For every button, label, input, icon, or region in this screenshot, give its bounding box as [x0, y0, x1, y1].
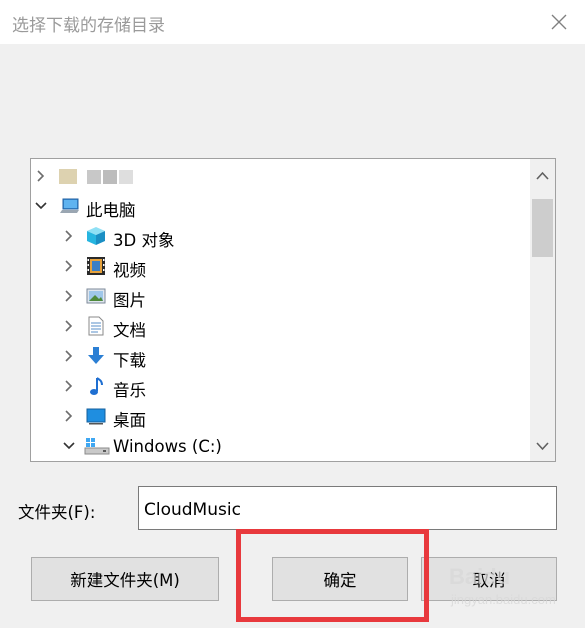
desktop-icon — [86, 408, 106, 425]
3d-objects-icon — [87, 227, 105, 245]
close-icon — [551, 14, 567, 30]
folder-name-input[interactable] — [138, 486, 557, 530]
downloads-icon — [88, 347, 104, 364]
tree-item-label: 下载 — [113, 351, 146, 370]
download-folder-dialog: 选择下载的存储目录 此电脑 3D 对象 视频 图片 文档 下载 音乐 桌面 Wi… — [0, 0, 585, 628]
title-bar: 选择下载的存储目录 — [0, 0, 585, 44]
chevron-right-icon[interactable] — [61, 348, 77, 364]
watermark-url: jingyan.baidu.com — [451, 592, 556, 607]
chevron-right-icon[interactable] — [61, 258, 77, 274]
tree-item-windows-drive[interactable]: Windows (C:) — [31, 432, 529, 460]
ok-button[interactable]: 确定 — [272, 557, 408, 601]
pictures-icon — [86, 288, 106, 304]
documents-icon — [88, 316, 104, 336]
tree-item-user-folder[interactable] — [31, 162, 529, 190]
chevron-right-icon[interactable] — [61, 228, 77, 244]
chevron-down-icon[interactable] — [33, 198, 49, 214]
chevron-right-icon[interactable] — [33, 168, 49, 184]
chevron-down-icon[interactable] — [61, 438, 77, 454]
tree-item-label: 桌面 — [113, 411, 146, 430]
tree-item-label: 视频 — [113, 261, 146, 280]
tree-item-this-pc[interactable]: 此电脑 — [31, 192, 529, 220]
blurred-user-folder-icon — [59, 169, 133, 184]
computer-icon — [60, 198, 79, 213]
tree-item-3d-objects[interactable]: 3D 对象 — [31, 222, 529, 250]
tree-item-music[interactable]: 音乐 — [31, 372, 529, 400]
close-button[interactable] — [543, 6, 575, 38]
chevron-up-icon — [536, 171, 549, 180]
folder-tree[interactable]: 此电脑 3D 对象 视频 图片 文档 下载 音乐 桌面 Windows (C:) — [30, 158, 556, 462]
tree-item-pictures[interactable]: 图片 — [31, 282, 529, 310]
tree-item-label: 文档 — [113, 321, 146, 340]
tree-item-documents[interactable]: 文档 — [31, 312, 529, 340]
tree-item-downloads[interactable]: 下载 — [31, 342, 529, 370]
music-icon — [90, 377, 103, 395]
tree-item-label: 音乐 — [113, 381, 146, 400]
tree-item-label: 此电脑 — [86, 201, 136, 220]
tree-item-label: 图片 — [113, 291, 146, 310]
tree-item-label: 3D 对象 — [113, 231, 175, 250]
chevron-right-icon[interactable] — [61, 408, 77, 424]
watermark-logo: Baidu — [449, 564, 511, 589]
chevron-right-icon[interactable] — [61, 318, 77, 334]
new-folder-button[interactable]: 新建文件夹(M) — [31, 557, 219, 601]
chevron-down-icon — [536, 442, 549, 451]
scroll-up-button[interactable] — [530, 161, 555, 191]
chevron-right-icon[interactable] — [61, 378, 77, 394]
windows-drive-icon — [84, 438, 110, 455]
tree-item-videos[interactable]: 视频 — [31, 252, 529, 280]
scroll-down-button[interactable] — [530, 431, 555, 461]
folder-field-label: 文件夹(F): — [18, 503, 96, 522]
tree-item-desktop[interactable]: 桌面 — [31, 402, 529, 430]
video-icon — [87, 257, 105, 275]
chevron-right-icon[interactable] — [61, 288, 77, 304]
tree-scrollbar[interactable] — [530, 159, 555, 461]
dialog-title: 选择下载的存储目录 — [12, 16, 165, 36]
tree-item-label: Windows (C:) — [113, 437, 222, 456]
scroll-thumb[interactable] — [532, 199, 553, 257]
